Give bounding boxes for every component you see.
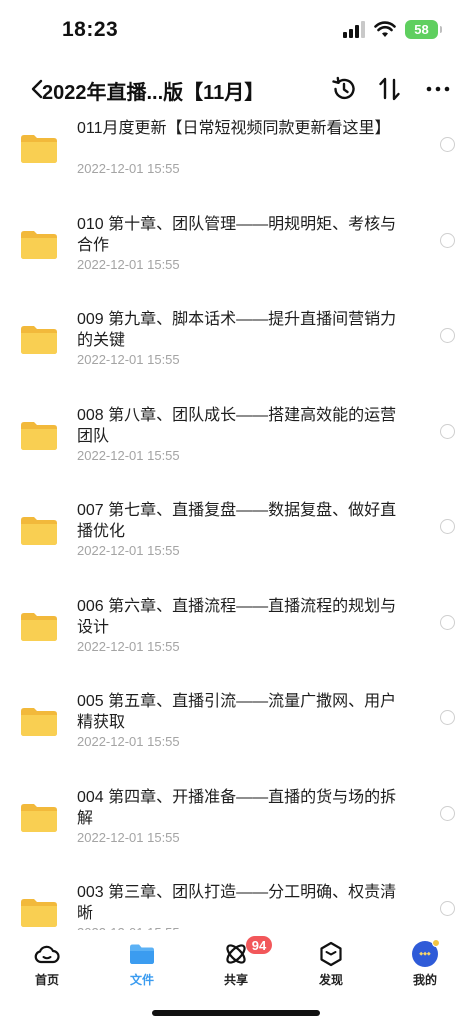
tab-bar: 首页 文件 94 共享 发现 ◆◆◆ 我的	[0, 930, 472, 1024]
file-row[interactable]: 004 第四章、开播准备——直播的货与场的拆解 2022-12-01 15:55	[0, 781, 472, 877]
file-date: 2022-12-01 15:55	[77, 734, 180, 749]
select-radio[interactable]	[440, 805, 455, 821]
folder-icon	[21, 899, 57, 927]
cellular-signal-icon	[343, 21, 365, 38]
nav-bar: 2022年直播...版【11月】	[0, 66, 472, 112]
select-radio[interactable]	[440, 423, 455, 439]
file-date: 2022-12-01 15:55	[77, 638, 180, 654]
more-icon[interactable]	[424, 75, 452, 103]
select-radio[interactable]	[440, 137, 455, 152]
wifi-icon	[374, 21, 396, 37]
tab-share-label: 共享	[223, 973, 248, 987]
tab-home[interactable]: 首页	[12, 940, 82, 990]
file-row[interactable]: 008 第八章、团队成长——搭建高效能的运营团队 2022-12-01 15:55	[0, 399, 472, 495]
status-time: 18:23	[62, 18, 119, 41]
folder-icon	[21, 421, 57, 450]
avatar: ◆◆◆	[411, 939, 440, 968]
file-date: 2022-12-01 15:55	[77, 352, 180, 367]
file-name: 004 第四章、开播准备——直播的货与场的拆解	[77, 788, 397, 827]
tab-files[interactable]: 文件	[107, 940, 177, 990]
status-bar: 18:23 58	[0, 0, 472, 62]
select-radio[interactable]	[440, 519, 455, 534]
tab-files-label: 文件	[129, 973, 154, 987]
file-name: 006 第六章、直播流程——直播流程的规划与设计	[77, 597, 397, 636]
file-row[interactable]: 003 第三章、团队打造——分工明确、权责清晰2022-12-01 15:55	[0, 876, 472, 930]
file-row[interactable]: 006 第六章、直播流程——直播流程的规划与设计 2022-12-01 15:55	[0, 590, 472, 686]
history-icon[interactable]	[330, 75, 358, 103]
tab-share[interactable]: 94 共享	[201, 936, 272, 990]
folder-icon	[21, 803, 57, 832]
battery-level: 58	[414, 22, 429, 37]
tab-mine-label: 我的	[412, 973, 437, 987]
folder-icon	[21, 708, 57, 736]
tab-discover[interactable]: 发现	[296, 940, 366, 990]
tab-discover-label: 发现	[318, 973, 343, 987]
file-date: 2022-12-01 15:55	[77, 543, 180, 558]
battery-indicator: 58	[405, 20, 442, 39]
folder-icon	[21, 612, 57, 641]
file-name: 008 第八章、团队成长——搭建高效能的运营团队	[77, 406, 397, 445]
select-radio[interactable]	[440, 232, 455, 248]
file-row[interactable]: 010 第十章、团队管理——明规明矩、考核与合作 2022-12-01 15:55	[0, 208, 472, 304]
file-name: 010 第十章、团队管理——明规明矩、考核与合作	[77, 215, 397, 254]
file-date: 2022-12-01 15:55	[77, 161, 180, 176]
folder-icon	[21, 230, 57, 259]
file-list: 011月度更新【日常短视频同款更新看这里】 2022-12-01 15:55 010…	[0, 112, 472, 930]
tab-home-label: 首页	[34, 973, 59, 987]
status-indicators: 58	[343, 20, 442, 39]
cloud-home-icon	[33, 940, 61, 968]
file-name: 003 第三章、团队打造——分工明确、权责清晰	[77, 884, 397, 922]
file-name: 007 第七章、直播复盘——数据复盘、做好直播优化	[77, 502, 397, 540]
select-radio[interactable]	[440, 328, 455, 343]
tab-mine[interactable]: ◆◆◆ 我的	[390, 939, 460, 990]
sort-icon[interactable]	[376, 75, 404, 103]
page-title: 2022年直播...版【11月】	[42, 82, 265, 104]
file-date: 2022-12-01 15:55	[77, 829, 180, 845]
file-row[interactable]: 005 第五章、直播引流——流量广撒网、用户精获取 2022-12-01 15:5…	[0, 685, 472, 781]
share-badge: 94	[246, 936, 272, 954]
folder-icon	[21, 326, 57, 354]
select-radio[interactable]	[440, 710, 455, 725]
select-radio[interactable]	[440, 901, 455, 916]
file-row[interactable]: 007 第七章、直播复盘——数据复盘、做好直播优化 2022-12-01 15:5…	[0, 494, 472, 590]
file-row[interactable]: 009 第九章、脚本话术——提升直播间营销力的关键 2022-12-01 15:5…	[0, 303, 472, 399]
folder-icon	[21, 135, 57, 163]
folder-tab-icon	[128, 940, 156, 968]
file-row[interactable]: 011月度更新【日常短视频同款更新看这里】 2022-12-01 15:55	[0, 112, 472, 208]
file-date: 2022-12-01 15:55	[77, 256, 180, 272]
file-date: 2022-12-01 15:55	[77, 447, 180, 463]
select-radio[interactable]	[440, 614, 455, 630]
discover-cube-icon	[317, 940, 345, 968]
file-name: 011月度更新【日常短视频同款更新看这里】	[77, 120, 391, 137]
folder-icon	[21, 517, 57, 545]
home-indicator	[152, 1010, 320, 1016]
file-name: 005 第五章、直播引流——流量广撒网、用户精获取	[77, 693, 397, 731]
file-name: 009 第九章、脚本话术——提升直播间营销力的关键	[77, 311, 397, 349]
